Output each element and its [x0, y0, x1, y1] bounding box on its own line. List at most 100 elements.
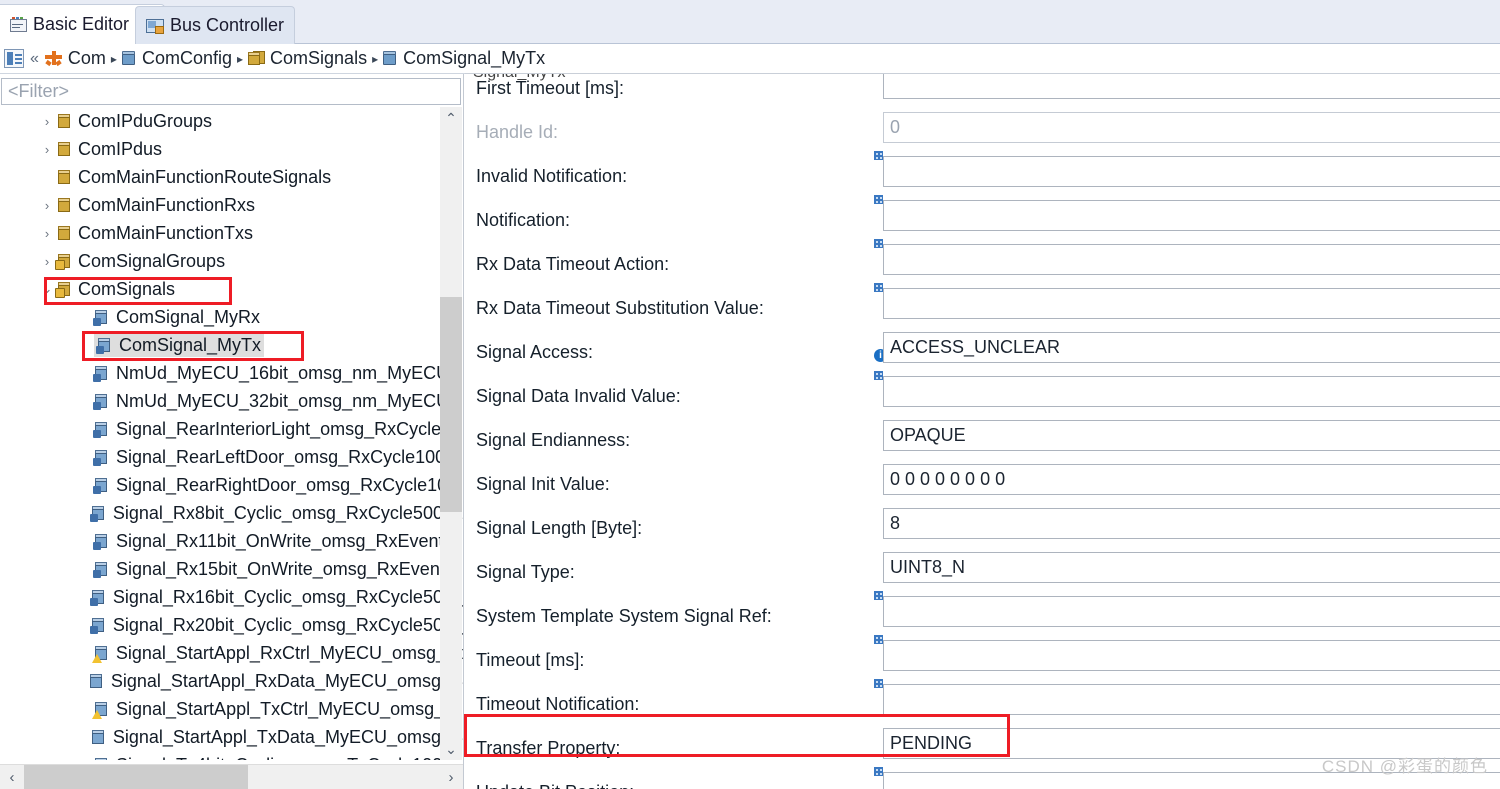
- tree-item[interactable]: Signal_RearLeftDoor_omsg_RxCycle100_(: [0, 443, 463, 471]
- breadcrumb-separator-icon: ▸: [237, 51, 244, 66]
- property-input[interactable]: [883, 640, 1500, 671]
- scroll-up-icon[interactable]: ⌃: [440, 107, 462, 129]
- tree-item[interactable]: Signal_StartAppl_TxData_MyECU_omsg_S: [0, 723, 463, 751]
- property-input[interactable]: 0 0 0 0 0 0 0 0: [883, 464, 1500, 495]
- property-label: Signal Access:: [476, 342, 594, 362]
- tree-item[interactable]: › ComMainFunctionRxs: [0, 191, 463, 219]
- tree-expand-arrow-icon[interactable]: ›: [38, 114, 56, 129]
- property-input[interactable]: OPAQUE: [883, 420, 1500, 451]
- tree-item[interactable]: Signal_RearInteriorLight_omsg_RxCycle10: [0, 415, 463, 443]
- tab-bus-controller[interactable]: Bus Controller: [135, 6, 296, 44]
- property-label: Signal Type:: [476, 562, 575, 582]
- property-row: Rx Data Timeout Substitution Value:: [465, 282, 1500, 332]
- signal-lock-icon: [93, 309, 109, 326]
- property-input[interactable]: [883, 156, 1500, 187]
- tree-item[interactable]: Signal_Rx11bit_OnWrite_omsg_RxEvent_: [0, 527, 463, 555]
- container-gold-lock-icon: [55, 281, 71, 298]
- tree-item[interactable]: Signal_Rx8bit_Cyclic_omsg_RxCycle500_2: [0, 499, 463, 527]
- property-input[interactable]: [883, 376, 1500, 407]
- tree-item[interactable]: › ComIPdus: [0, 135, 463, 163]
- tree-vertical-scrollbar[interactable]: ⌃ ⌄: [440, 107, 462, 760]
- property-row: Notification:: [465, 194, 1500, 244]
- signal-lock-icon: [93, 421, 109, 438]
- property-input[interactable]: 8: [883, 508, 1500, 539]
- bus-controller-icon: [146, 18, 164, 34]
- signal-lock-icon: [89, 589, 106, 606]
- tree-item[interactable]: › ComSignalGroups: [0, 247, 463, 275]
- tree-item[interactable]: NmUd_MyECU_16bit_omsg_nm_MyECU_: [0, 359, 463, 387]
- property-label: Timeout [ms]:: [476, 650, 585, 670]
- tree-expand-arrow-icon[interactable]: ›: [38, 142, 56, 157]
- tree-expand-arrow-icon[interactable]: ›: [38, 226, 56, 241]
- tree-item[interactable]: Signal_StartAppl_RxData_MyECU_omsg_S: [0, 667, 463, 695]
- property-input[interactable]: [883, 244, 1500, 275]
- container-group-icon: [248, 51, 266, 66]
- scroll-left-icon[interactable]: ‹: [0, 765, 24, 789]
- property-input[interactable]: [883, 200, 1500, 231]
- breadcrumb-item-comsignals[interactable]: ComSignals: [248, 48, 367, 69]
- property-label: First Timeout [ms]:: [476, 78, 625, 98]
- signal-lock-icon: [93, 365, 109, 382]
- tree-item[interactable]: ComSignal_MyRx: [0, 303, 463, 331]
- tree-hscroll-thumb[interactable]: [24, 765, 248, 789]
- signal-lock-icon: [93, 533, 109, 550]
- outline-view-icon[interactable]: [4, 49, 24, 68]
- breadcrumb: « Com ▸ ComConfig ▸ ComSignals ▸ ComSign…: [0, 44, 1500, 74]
- tree-item[interactable]: › ComMainFunctionTxs: [0, 219, 463, 247]
- signal-warning-icon: [91, 645, 109, 663]
- property-input[interactable]: [883, 288, 1500, 319]
- signal-lock-icon: [93, 449, 109, 466]
- container-gold-icon: [56, 141, 71, 157]
- tree-item-label: NmUd_MyECU_32bit_omsg_nm_MyECU_: [116, 390, 460, 411]
- property-row: Signal Data Invalid Value:: [465, 370, 1500, 420]
- tree-item[interactable]: Signal_Rx20bit_Cyclic_omsg_RxCycle500_: [0, 611, 463, 639]
- signal-lock-icon: [93, 561, 109, 578]
- property-row: Invalid Notification:: [465, 150, 1500, 200]
- tree-item-label: ComMainFunctionRxs: [78, 194, 256, 215]
- property-input[interactable]: 0: [883, 112, 1500, 143]
- breadcrumb-item-com[interactable]: Com: [44, 48, 106, 69]
- tree-item[interactable]: Signal_Rx16bit_Cyclic_omsg_RxCycle500_: [0, 583, 463, 611]
- signal-warning-icon: [92, 701, 109, 719]
- tree-item[interactable]: ComSignal_MyTx: [0, 331, 463, 359]
- watermark: CSDN @彩蛋的颜色: [1321, 757, 1488, 776]
- signal-lock-icon: [96, 337, 112, 354]
- tree-item[interactable]: Signal_RearRightDoor_omsg_RxCycle100: [0, 471, 463, 499]
- tree-horizontal-scrollbar[interactable]: ‹ ›: [0, 764, 463, 789]
- property-value: 0 0 0 0 0 0 0 0: [890, 469, 1006, 489]
- property-input[interactable]: [883, 74, 1500, 99]
- property-row: Signal Access: i ACCESS_UNCLEAR: [465, 332, 1500, 376]
- tree-item[interactable]: ⌄ ComSignals: [0, 275, 463, 303]
- tree-item[interactable]: Signal_Rx15bit_OnWrite_omsg_RxEvent_: [0, 555, 463, 583]
- tree-item-label: ComSignal_MyTx: [119, 334, 262, 355]
- tree-item[interactable]: Signal_StartAppl_RxCtrl_MyECU_omsg_St: [0, 639, 463, 667]
- tree-item-label: ComSignalGroups: [78, 250, 226, 271]
- tree-item[interactable]: NmUd_MyECU_32bit_omsg_nm_MyECU_: [0, 387, 463, 415]
- filter-input[interactable]: <Filter>: [1, 78, 461, 105]
- tree-item[interactable]: ComMainFunctionRouteSignals: [0, 163, 463, 191]
- property-row: Signal Init Value: 0 0 0 0 0 0 0 0: [465, 464, 1500, 508]
- property-value: 8: [890, 513, 901, 533]
- tree-item[interactable]: Signal_Tx4bit_Cyclic_omsg_TxCycle1000_: [0, 751, 463, 760]
- tree-expand-arrow-icon[interactable]: ›: [38, 198, 56, 213]
- property-input[interactable]: UINT8_N: [883, 552, 1500, 583]
- tree-item[interactable]: Signal_StartAppl_TxCtrl_MyECU_omsg_St: [0, 695, 463, 723]
- property-row: Signal Type: UINT8_N: [465, 552, 1500, 596]
- scroll-down-icon[interactable]: ⌄: [440, 738, 462, 760]
- tree-item[interactable]: › ComIPduGroups: [0, 107, 463, 135]
- model-tree[interactable]: › ComIPduGroups › ComIPdus ComMainFunctionRo…: [0, 107, 463, 760]
- breadcrumb-item-comconfig[interactable]: ComConfig: [121, 48, 232, 69]
- tree-expand-arrow-icon[interactable]: ›: [38, 254, 56, 269]
- property-input[interactable]: [883, 684, 1500, 715]
- property-label: Transfer Property:: [476, 738, 621, 758]
- filter-placeholder: <Filter>: [8, 81, 70, 101]
- breadcrumb-item-comsignal-mytx[interactable]: ComSignal_MyTx: [383, 48, 545, 69]
- tree-expand-arrow-icon[interactable]: ⌄: [38, 281, 56, 297]
- application-window: Basic Editor ⌧ Bus Controller « Com ▸ Co…: [0, 0, 1500, 789]
- property-input[interactable]: ACCESS_UNCLEAR: [883, 332, 1500, 363]
- chevron-left-double-icon[interactable]: «: [29, 50, 40, 68]
- property-row: Timeout [ms]:: [465, 634, 1500, 684]
- property-input[interactable]: [883, 596, 1500, 627]
- scroll-right-icon[interactable]: ›: [439, 765, 463, 789]
- tree-vscroll-thumb[interactable]: [440, 297, 462, 512]
